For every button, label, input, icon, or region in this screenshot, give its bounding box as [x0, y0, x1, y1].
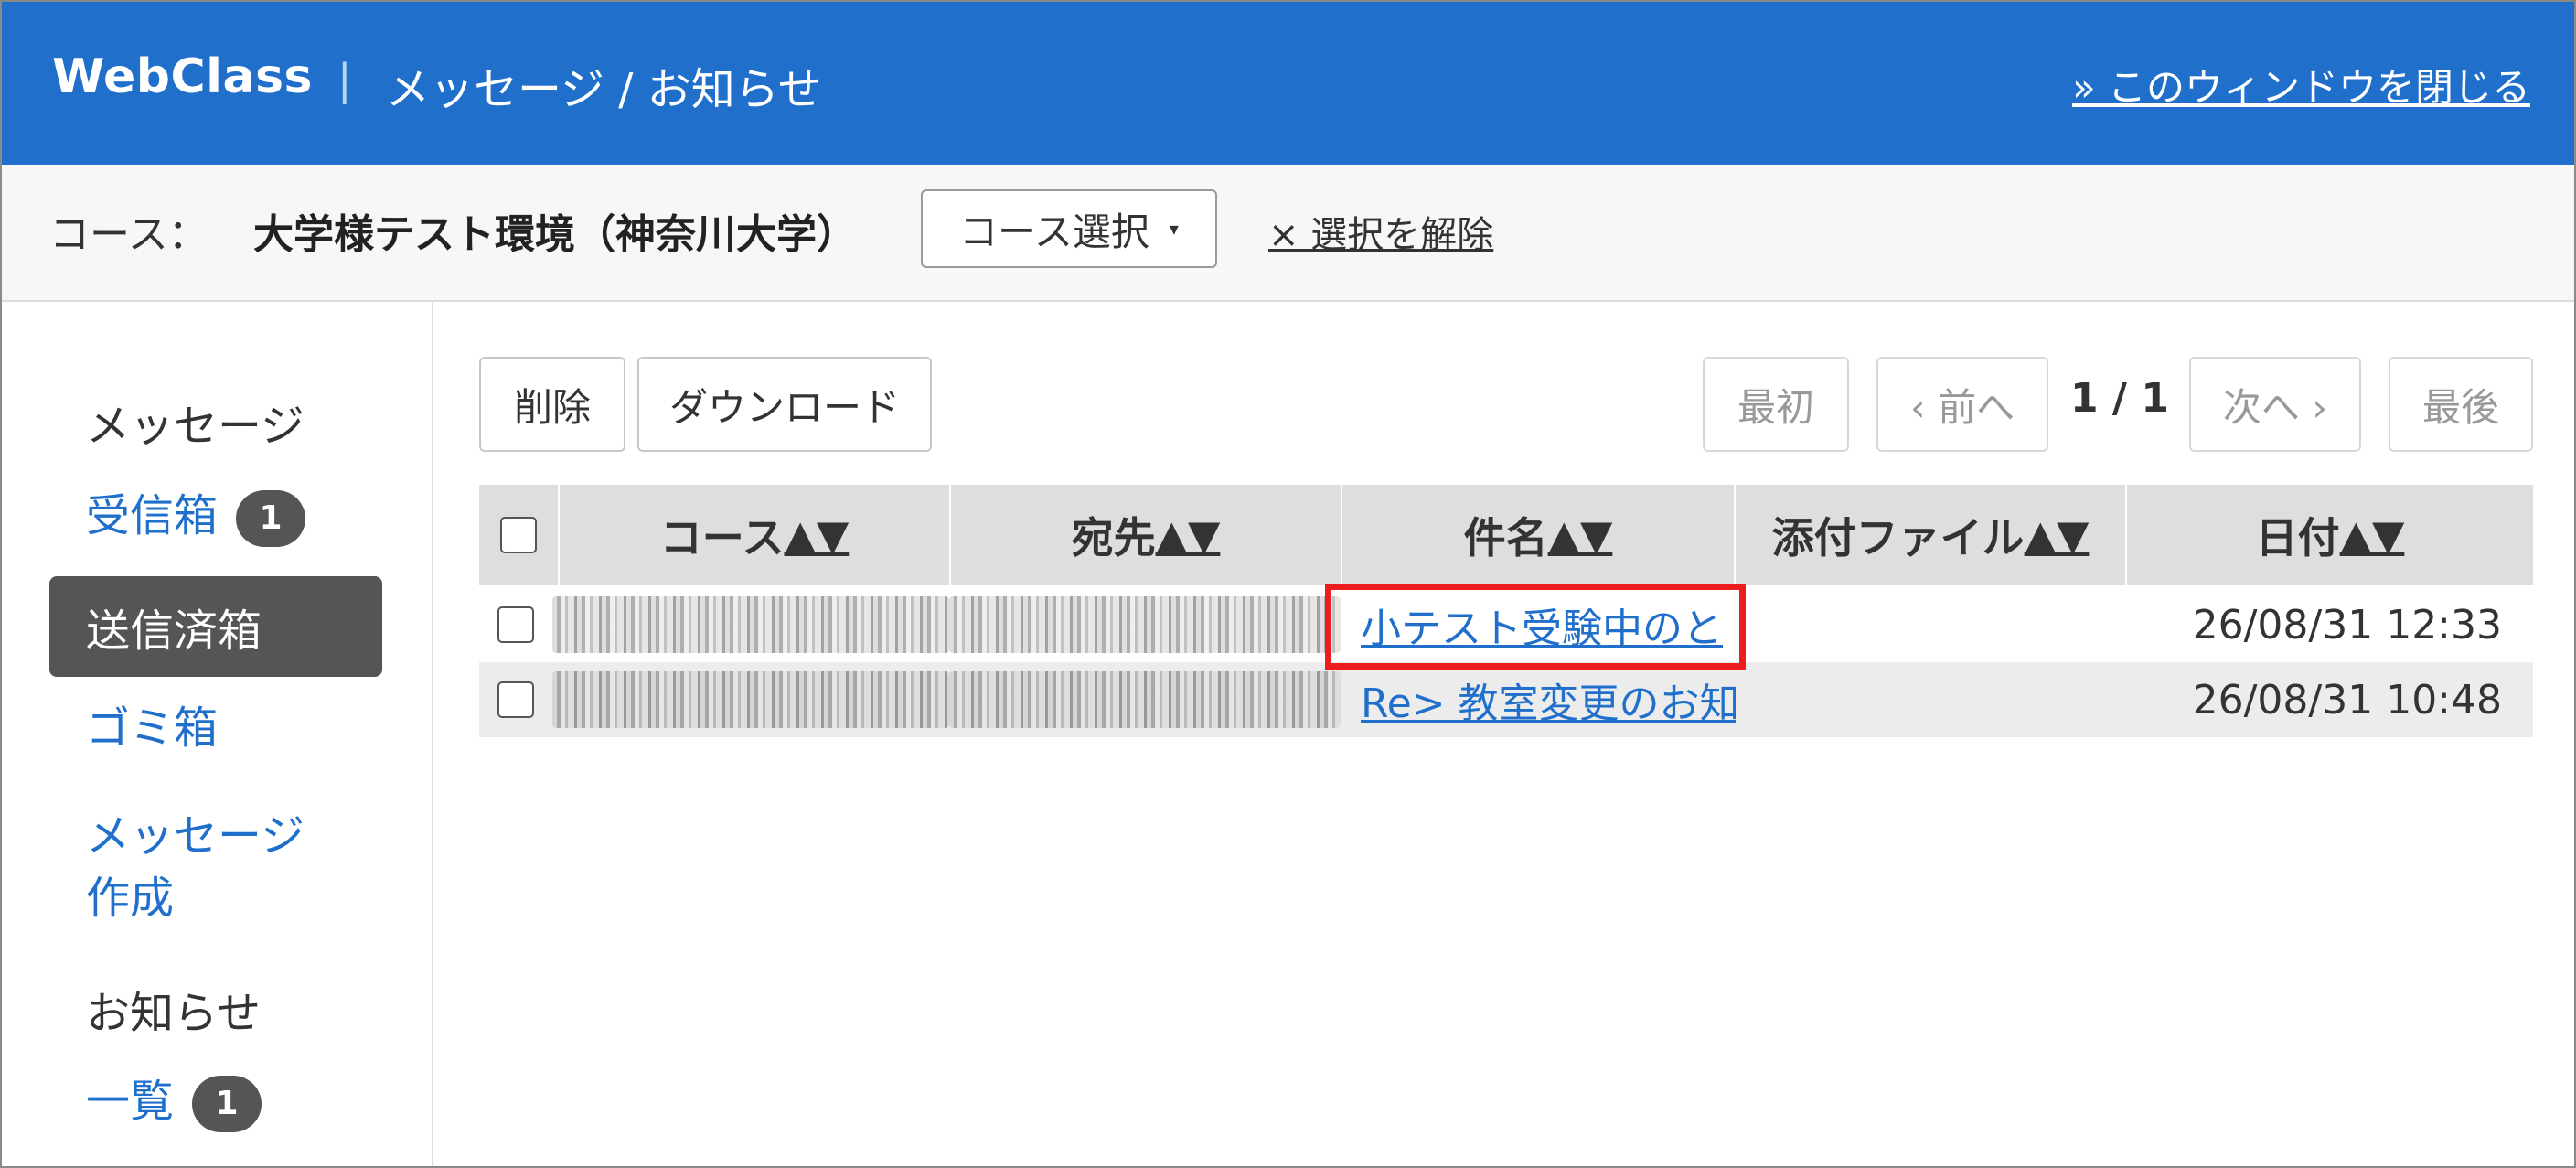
sidebar-item-inbox[interactable]: 受信箱 1 [86, 485, 306, 547]
row-checkbox[interactable] [497, 681, 534, 718]
close-window-link[interactable]: » このウィンドウを閉じる [2072, 57, 2530, 113]
sort-icon[interactable]: ▲▼ [784, 510, 849, 560]
column-header-attachment[interactable]: 添付ファイル ▲▼ [1736, 485, 2127, 585]
caret-down-icon: ▾ [1169, 218, 1179, 240]
sidebar-heading-notice: お知らせ [86, 988, 262, 1039]
course-bar: コース： 大学様テスト環境（神奈川大学） コース選択 ▾ × 選択を解除 [2, 165, 2574, 302]
column-header-recipient[interactable]: 宛先 ▲▼ [951, 485, 1342, 585]
select-all-checkbox[interactable] [500, 517, 537, 553]
sidebar: メッセージ 受信箱 1 送信済箱 ゴミ箱 メッセージ 作成 お知らせ 一覧 1 [2, 300, 433, 1166]
sort-icon[interactable]: ▲▼ [2025, 510, 2090, 560]
sort-icon[interactable]: ▲▼ [1156, 510, 1221, 560]
select-all-cell [479, 485, 560, 585]
course-select-button[interactable]: コース選択 ▾ [921, 189, 1217, 268]
sidebar-item-label: 作成 [86, 873, 175, 924]
row-checkbox[interactable] [497, 606, 534, 643]
last-page-button[interactable]: 最後 [2389, 357, 2533, 452]
attachment-cell [1736, 587, 2127, 662]
page-title: メッセージ / お知らせ [386, 64, 822, 115]
sort-icon[interactable]: ▲▼ [1548, 510, 1613, 560]
course-select-label: コース選択 [959, 209, 1149, 254]
redacted-course [552, 671, 949, 728]
unread-count-badge: 1 [192, 1076, 262, 1132]
attachment-cell [1736, 662, 2127, 737]
sidebar-item-label: ゴミ箱 [86, 702, 219, 754]
sidebar-item-sent[interactable]: 送信済箱 [49, 576, 382, 677]
highlight-box [1325, 584, 1746, 670]
row-select-cell [497, 662, 552, 737]
sidebar-item-label: 受信箱 [86, 490, 219, 541]
sort-icon[interactable]: ▲▼ [2340, 510, 2405, 560]
sidebar-item-label: 一覧 [86, 1076, 175, 1127]
table-row: Re> 教室変更のお知 26/08/31 10:48 [479, 662, 2533, 737]
window: WebClass | メッセージ / お知らせ » このウィンドウを閉じる コー… [0, 0, 2576, 1168]
page-indicator: 1 / 1 [2070, 375, 2169, 422]
sidebar-item-label: 送信済箱 [86, 605, 262, 657]
redacted-recipient [949, 596, 1341, 653]
table-header: コース ▲▼ 宛先 ▲▼ 件名 ▲▼ 添付ファイル ▲▼ 日付 ▲▼ [479, 485, 2533, 585]
brand-logo: WebClass [52, 49, 313, 104]
sidebar-item-trash[interactable]: ゴミ箱 [86, 697, 218, 759]
prev-page-button[interactable]: ‹ 前へ [1876, 357, 2048, 452]
column-header-course[interactable]: コース ▲▼ [560, 485, 951, 585]
redacted-course [552, 596, 949, 653]
date-cell: 26/08/31 10:48 [2192, 676, 2502, 723]
course-label: コース： [49, 211, 208, 258]
sidebar-item-compose[interactable]: メッセージ 作成 [86, 805, 305, 929]
column-header-date[interactable]: 日付 ▲▼ [2127, 485, 2533, 585]
delete-button[interactable]: 削除 [479, 357, 625, 452]
message-subject-link[interactable]: Re> 教室変更のお知 [1342, 662, 1736, 737]
course-name: 大学様テスト環境（神奈川大学） [253, 211, 857, 258]
row-select-cell [497, 587, 552, 662]
next-page-button[interactable]: 次へ › [2189, 357, 2361, 452]
column-header-subject[interactable]: 件名 ▲▼ [1342, 485, 1736, 585]
clear-selection-link[interactable]: × 選択を解除 [1268, 205, 1493, 258]
sidebar-heading-message: メッセージ [86, 401, 305, 452]
sidebar-item-notice-list[interactable]: 一覧 1 [86, 1070, 262, 1132]
app-header: WebClass | メッセージ / お知らせ » このウィンドウを閉じる [2, 2, 2574, 165]
redacted-recipient [949, 671, 1341, 728]
unread-count-badge: 1 [236, 490, 306, 547]
sidebar-item-label: メッセージ [86, 810, 305, 862]
first-page-button[interactable]: 最初 [1703, 357, 1849, 452]
download-button[interactable]: ダウンロード [637, 357, 932, 452]
date-cell: 26/08/31 12:33 [2192, 601, 2502, 648]
header-separator: | [337, 55, 352, 104]
